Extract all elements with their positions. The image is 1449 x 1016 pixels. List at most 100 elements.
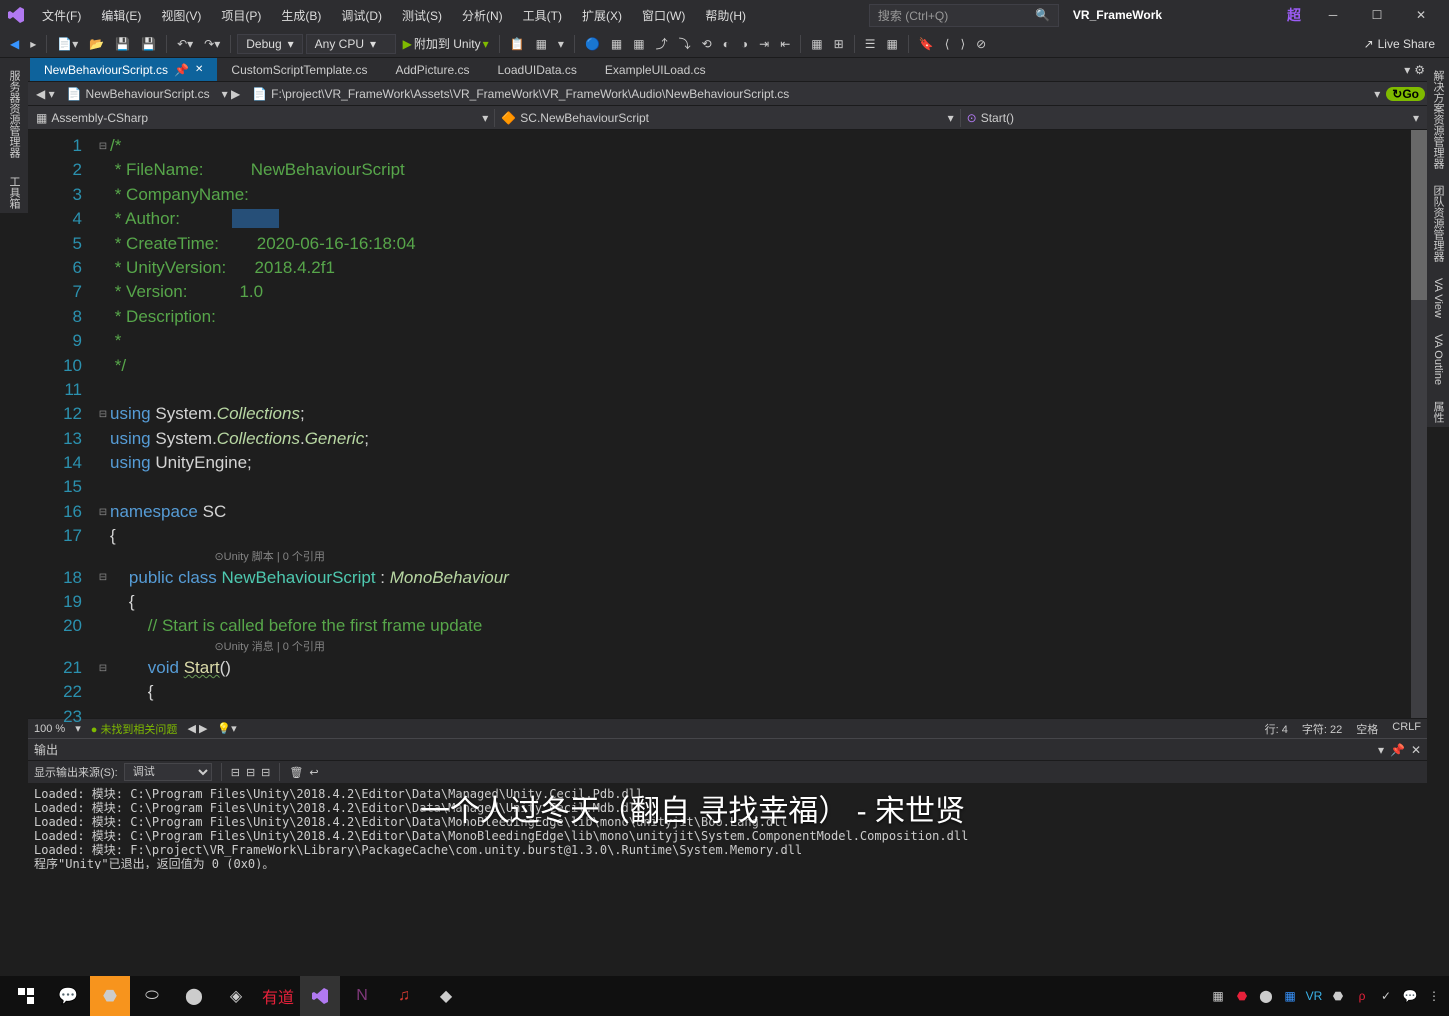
go-button[interactable]: ↻Go: [1386, 87, 1425, 101]
config-dropdown[interactable]: Debug▾: [237, 34, 302, 54]
start-button[interactable]: [6, 976, 46, 1016]
tb-icon-5[interactable]: ▦: [607, 35, 626, 53]
tab-addpicture[interactable]: AddPicture.cs: [381, 58, 483, 81]
onenote-icon[interactable]: N: [342, 976, 382, 1016]
save-all-button[interactable]: 💾: [137, 35, 160, 53]
solution-explorer-tab[interactable]: 解决方案资源管理器: [1428, 66, 1448, 173]
output-clear-icon[interactable]: 🗑: [289, 766, 303, 779]
menu-window[interactable]: 窗口(W): [634, 3, 693, 28]
tray-wechat[interactable]: 💬: [1401, 987, 1419, 1005]
properties-tab[interactable]: 属性: [1428, 397, 1448, 427]
menu-extensions[interactable]: 扩展(X): [574, 3, 630, 28]
pin-icon[interactable]: 📌: [174, 63, 189, 77]
file-nav-dropdown[interactable]: 📄 NewBehaviourScript.cs: [61, 85, 216, 103]
nav-back-button[interactable]: ◀: [6, 35, 23, 53]
tray-expand[interactable]: ⋮: [1425, 987, 1443, 1005]
new-item-button[interactable]: 📄▾: [53, 35, 82, 53]
tab-newbehaviourscript[interactable]: NewBehaviourScript.cs📌✕: [30, 58, 217, 81]
file-nav-back[interactable]: ◀ ▾: [30, 85, 61, 103]
output-source-select[interactable]: 调试: [124, 763, 212, 781]
scroll-thumb[interactable]: [1411, 130, 1427, 300]
tb-icon-12[interactable]: ⇥: [755, 35, 773, 53]
menu-view[interactable]: 视图(V): [153, 3, 209, 28]
member-dropdown[interactable]: ⊙ Start()▾: [961, 109, 1425, 127]
file-nav-dd-arrow[interactable]: ▾ ▶: [216, 85, 247, 103]
tray-8[interactable]: ✓: [1377, 987, 1395, 1005]
tray-1[interactable]: ▦: [1209, 987, 1227, 1005]
output-tb-1[interactable]: ⊟: [231, 766, 240, 779]
tab-overflow-icon[interactable]: ▾: [1404, 63, 1410, 77]
tb-icon-8[interactable]: ⤵: [675, 33, 695, 54]
output-text[interactable]: Loaded: 模块: C:\Program Files\Unity\2018.…: [28, 783, 1427, 869]
tray-4[interactable]: ▦: [1281, 987, 1299, 1005]
server-explorer-tab[interactable]: 服务器资源管理器: [4, 66, 24, 162]
save-button[interactable]: 💾: [111, 35, 134, 53]
tb-icon-1[interactable]: 📋: [506, 35, 529, 53]
output-wrap-icon[interactable]: ↩: [309, 766, 318, 779]
tray-2[interactable]: ⬣: [1233, 987, 1251, 1005]
tb-icon-13[interactable]: ⇤: [776, 35, 794, 53]
tb-icon-2[interactable]: ▦: [532, 35, 551, 53]
unity-hub-icon[interactable]: ◈: [216, 976, 256, 1016]
tray-6[interactable]: ⬣: [1329, 987, 1347, 1005]
attach-unity-button[interactable]: ▶ 附加到 Unity ▾: [399, 33, 493, 54]
tb-icon-15[interactable]: ⊞: [830, 35, 848, 53]
maximize-button[interactable]: ☐: [1355, 1, 1399, 29]
menu-project[interactable]: 项目(P): [213, 3, 269, 28]
open-button[interactable]: 📂: [85, 35, 108, 53]
oculus-icon[interactable]: ⬭: [132, 976, 172, 1016]
va-view-tab[interactable]: VA View: [1430, 274, 1446, 322]
output-header[interactable]: 输出 ▾ 📌 ✕: [28, 739, 1427, 760]
live-share-button[interactable]: ↗ Live Share: [1356, 37, 1443, 51]
redo-button[interactable]: ↷▾: [200, 35, 224, 53]
eol-mode[interactable]: CRLF: [1392, 721, 1421, 737]
minimize-button[interactable]: ─: [1311, 1, 1355, 29]
tray-5[interactable]: VR: [1305, 987, 1323, 1005]
tb-icon-7[interactable]: ⤴: [652, 33, 672, 54]
file-path[interactable]: 📄 F:\project\VR_FrameWork\Assets\VR_Fram…: [246, 85, 1368, 103]
tab-exampleuiload[interactable]: ExampleUILoad.cs: [591, 58, 720, 81]
tb-icon-20[interactable]: ⊘: [972, 35, 990, 53]
tb-icon-10[interactable]: ◐: [719, 35, 734, 53]
unity-editor-icon[interactable]: ◆: [426, 976, 466, 1016]
tb-icon-11[interactable]: ◑: [737, 35, 752, 53]
menu-edit[interactable]: 编辑(E): [93, 3, 149, 28]
output-tb-3[interactable]: ⊟: [261, 766, 270, 779]
tb-icon-14[interactable]: ▦: [807, 35, 826, 53]
tab-settings-icon[interactable]: ⚙: [1414, 63, 1425, 77]
tb-icon-6[interactable]: ▦: [629, 35, 648, 53]
output-close-icon[interactable]: ✕: [1411, 743, 1421, 757]
wechat-icon[interactable]: 💬: [48, 976, 88, 1016]
va-outline-tab[interactable]: VA Outline: [1430, 330, 1446, 389]
tb-icon-17[interactable]: ▦: [882, 35, 901, 53]
output-dropdown-icon[interactable]: ▾: [1378, 743, 1384, 757]
indent-mode[interactable]: 空格: [1356, 721, 1378, 737]
undo-button[interactable]: ↶▾: [173, 35, 197, 53]
net-icon[interactable]: ⬣: [90, 976, 130, 1016]
output-tb-2[interactable]: ⊟: [246, 766, 255, 779]
visual-studio-icon[interactable]: [300, 976, 340, 1016]
tb-icon-19[interactable]: ⟩: [956, 35, 969, 53]
va-badge[interactable]: 超: [1277, 5, 1311, 25]
menu-test[interactable]: 测试(S): [394, 3, 450, 28]
code-editor[interactable]: 1234567891011121314151617181920212223 ⊟⊟…: [28, 130, 1427, 718]
code-area[interactable]: /* * FileName: NewBehaviourScript * Comp…: [110, 130, 1411, 718]
menu-analyze[interactable]: 分析(N): [454, 3, 511, 28]
menu-build[interactable]: 生成(B): [273, 3, 329, 28]
toolbox-tab[interactable]: 工具箱: [4, 172, 24, 213]
menu-debug[interactable]: 调试(D): [333, 3, 390, 28]
output-pin-icon[interactable]: 📌: [1390, 743, 1405, 757]
tray-3[interactable]: ⬤: [1257, 987, 1275, 1005]
tb-icon-16[interactable]: ☰: [861, 35, 880, 53]
search-input[interactable]: 搜索 (Ctrl+Q) 🔍: [869, 4, 1059, 27]
tab-customscripttemplate[interactable]: CustomScriptTemplate.cs: [217, 58, 381, 81]
project-dropdown[interactable]: ▦ Assembly-CSharp▾: [30, 109, 495, 127]
path-dd-arrow[interactable]: ▾: [1368, 85, 1386, 103]
tb-icon-9[interactable]: ⟲: [698, 35, 716, 53]
vertical-scrollbar[interactable]: [1411, 130, 1427, 718]
netease-music-icon[interactable]: ♫: [384, 976, 424, 1016]
menu-file[interactable]: 文件(F): [34, 3, 89, 28]
vs-icon[interactable]: ⬤: [174, 976, 214, 1016]
menu-tools[interactable]: 工具(T): [515, 3, 570, 28]
tb-icon-18[interactable]: ⟨: [941, 35, 954, 53]
